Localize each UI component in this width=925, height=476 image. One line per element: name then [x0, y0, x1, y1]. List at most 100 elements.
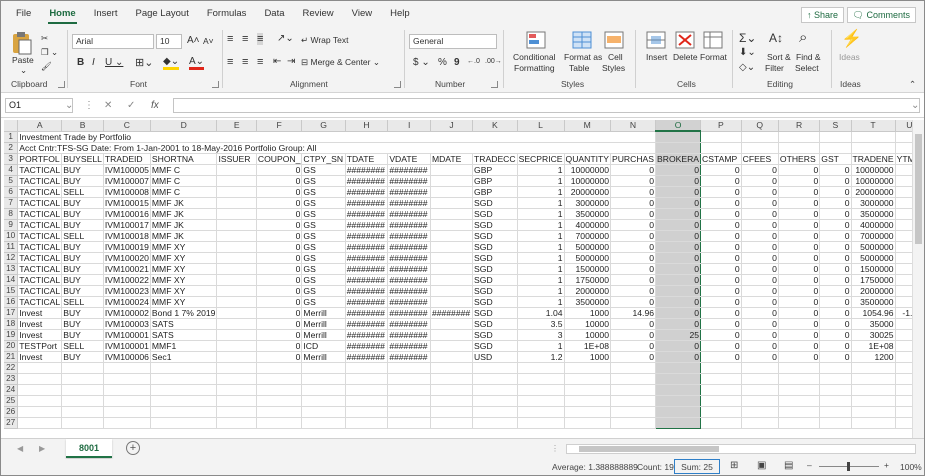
column-header-l[interactable]: L	[517, 120, 565, 132]
cell[interactable]: SHORTNA	[150, 153, 218, 165]
cell[interactable]: GST	[819, 153, 852, 165]
cell[interactable]	[819, 417, 852, 429]
cell[interactable]: 0	[655, 285, 702, 297]
conditional-formatting-icon[interactable]	[526, 31, 546, 49]
cell[interactable]: MMF XY	[150, 252, 218, 264]
cell[interactable]: SATS	[150, 329, 218, 341]
align-left-icon[interactable]: ≡	[227, 56, 233, 68]
row-header[interactable]: 5	[4, 175, 19, 187]
cell[interactable]: Merrill	[301, 307, 346, 319]
decrease-decimal-icon[interactable]: .00→	[485, 58, 502, 65]
cell[interactable]: 0	[741, 296, 779, 308]
delete-button[interactable]: Delete	[673, 52, 698, 62]
cell[interactable]	[819, 384, 852, 396]
cell[interactable]	[430, 263, 474, 275]
cell[interactable]: 3500000	[851, 296, 896, 308]
cell[interactable]: 0	[700, 208, 742, 220]
cell[interactable]: 0	[256, 252, 303, 264]
underline-button[interactable]: U ⌄	[105, 57, 123, 68]
tab-review[interactable]: Review	[294, 1, 343, 27]
cell[interactable]: SGD	[472, 252, 518, 264]
cell[interactable]	[430, 340, 474, 352]
font-color-icon[interactable]: A⌄	[189, 56, 205, 70]
cell[interactable]: 1.04	[517, 307, 565, 319]
cell[interactable]	[851, 395, 896, 407]
cell[interactable]	[472, 406, 518, 418]
cell[interactable]: IVM100023	[103, 285, 151, 297]
cell[interactable]: ########	[345, 241, 389, 253]
hscroll-thumb[interactable]	[579, 446, 719, 452]
vertical-scrollbar[interactable]	[912, 120, 924, 438]
cell[interactable]	[216, 329, 257, 341]
row-header[interactable]: 14	[4, 274, 19, 286]
cell[interactable]: 0	[610, 197, 657, 209]
cell[interactable]: MMF JK	[150, 208, 218, 220]
cell[interactable]	[150, 406, 218, 418]
cell[interactable]: 0	[610, 208, 657, 220]
cell[interactable]: MDATE	[430, 153, 474, 165]
italic-button[interactable]: I	[92, 57, 95, 68]
cell[interactable]: 0	[741, 285, 779, 297]
cell[interactable]: 0	[741, 208, 779, 220]
cell[interactable]	[430, 384, 474, 396]
cell[interactable]: 0	[819, 318, 852, 330]
cell[interactable]	[610, 417, 657, 429]
format-painter-icon[interactable]: 🖌	[41, 61, 52, 72]
cell[interactable]: ########	[387, 296, 431, 308]
cell[interactable]: GS	[301, 263, 346, 275]
cell[interactable]: 0	[610, 175, 657, 187]
cell[interactable]: TACTICAL	[17, 219, 63, 231]
cell[interactable]	[216, 230, 257, 242]
cell[interactable]	[430, 285, 474, 297]
cell[interactable]: 20000000	[851, 186, 896, 198]
cell[interactable]: USD	[472, 351, 518, 363]
cell[interactable]: 0	[778, 263, 821, 275]
cell[interactable]: 1750000	[851, 274, 896, 286]
cell[interactable]	[103, 384, 151, 396]
find-select-button[interactable]: Find &	[796, 52, 821, 62]
cell[interactable]	[387, 395, 431, 407]
cell[interactable]: 0	[819, 340, 852, 352]
comma-icon[interactable]: 9	[454, 57, 460, 68]
cell[interactable]	[430, 395, 474, 407]
cell[interactable]	[819, 395, 852, 407]
column-header-i[interactable]: I	[387, 120, 431, 132]
cell[interactable]	[655, 130, 702, 143]
cell[interactable]: 0	[700, 175, 742, 187]
cell[interactable]: 1200	[851, 351, 896, 363]
cell[interactable]: 0	[819, 263, 852, 275]
cell[interactable]: 0	[700, 164, 742, 176]
cell[interactable]: BUY	[61, 197, 104, 209]
cell[interactable]: 3500000	[564, 296, 611, 308]
paste-button[interactable]: Paste	[12, 55, 34, 65]
cell[interactable]: 1	[517, 164, 565, 176]
cell[interactable]	[216, 175, 257, 187]
cell[interactable]: 5000000	[851, 241, 896, 253]
decrease-indent-icon[interactable]: ⇤	[273, 56, 281, 67]
cell[interactable]: TACTICAL	[17, 175, 63, 187]
name-box-dropdown-icon[interactable]: ⌄	[65, 100, 73, 111]
cell[interactable]: 0	[741, 340, 779, 352]
cell[interactable]: 0	[819, 252, 852, 264]
cell[interactable]: 1	[517, 252, 565, 264]
cell[interactable]: 0	[700, 340, 742, 352]
cell[interactable]: 0	[655, 307, 702, 319]
cell[interactable]: 0	[819, 285, 852, 297]
cell[interactable]: 0	[819, 241, 852, 253]
fill-color-icon[interactable]: ◆⌄	[163, 56, 180, 70]
cell[interactable]	[430, 373, 474, 385]
increase-decimal-icon[interactable]: ←.0	[467, 58, 480, 65]
cell[interactable]	[216, 296, 257, 308]
cell[interactable]	[17, 384, 63, 396]
cell[interactable]: GS	[301, 296, 346, 308]
cell[interactable]: 0	[700, 296, 742, 308]
cell[interactable]: 3	[517, 329, 565, 341]
cell[interactable]: BUY	[61, 329, 104, 341]
cell[interactable]	[472, 362, 518, 374]
cell[interactable]: 0	[778, 307, 821, 319]
cell[interactable]: 0	[610, 285, 657, 297]
cell[interactable]: 0	[700, 252, 742, 264]
cell[interactable]	[778, 384, 821, 396]
cell[interactable]	[150, 417, 218, 429]
cell[interactable]: 0	[655, 164, 702, 176]
